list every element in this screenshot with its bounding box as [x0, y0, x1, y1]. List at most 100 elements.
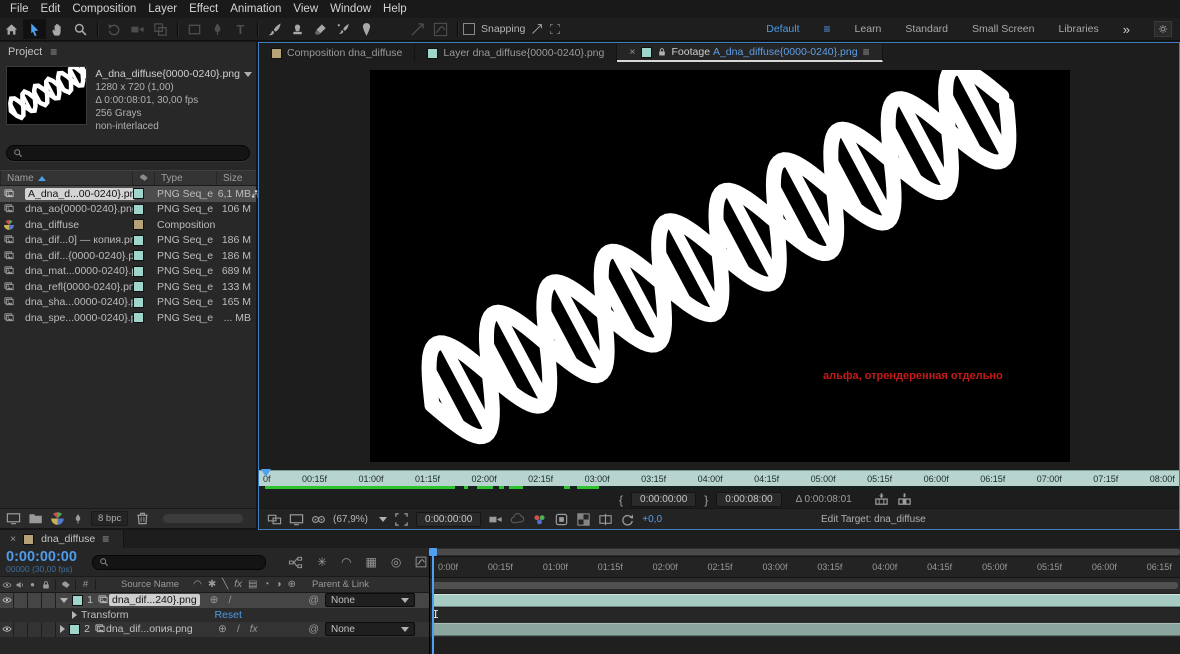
layer-number-column[interactable]: # [79, 579, 92, 590]
menu-effect[interactable]: Effect [189, 3, 218, 15]
preview-item-name[interactable]: A_dna_diffuse{0000-0240}.png [95, 68, 252, 81]
layer-row-2[interactable]: 2 dna_dif...опия.png ⊕ / fx @ None [0, 622, 429, 637]
project-row[interactable]: dna_diffuse Composition [0, 217, 256, 233]
frame-blending-icon[interactable]: ▦ [366, 555, 377, 569]
graph-editor-icon[interactable] [415, 556, 427, 568]
parent-dropdown[interactable]: None [325, 622, 415, 637]
parent-dropdown[interactable]: None [325, 593, 415, 608]
magnification-value[interactable]: (67,9%) [333, 514, 368, 525]
tab-footage[interactable]: × Footage A_dna_diffuse{0000-0240}.png ≡ [617, 44, 883, 62]
quality-icon[interactable]: ╲ [222, 579, 228, 590]
label-tag-ic0n[interactable] [61, 580, 71, 590]
layer-name[interactable]: dna_dif...опия.png [106, 623, 208, 635]
label-color-chip[interactable] [133, 203, 144, 215]
brush-tool-button[interactable] [263, 19, 286, 39]
eye-icon[interactable] [2, 595, 12, 605]
motion-blur-icon[interactable]: ◎ [391, 555, 401, 569]
project-row[interactable]: dna_sha...0000-0240}.png PNG Seq_e 165 M [0, 295, 256, 311]
exposure-value[interactable]: +0,0 [642, 514, 662, 525]
timeline-ruler[interactable]: 0:00f 00:15f 01:00f 01:15f 02:00f 02:15f… [430, 557, 1180, 578]
menu-edit[interactable]: Edit [41, 3, 61, 15]
close-tab-icon[interactable]: × [629, 46, 635, 58]
magnification-dropdown-icon[interactable] [379, 516, 388, 522]
pan-behind-tool-button[interactable] [149, 19, 172, 39]
hand-tool-button[interactable] [46, 19, 69, 39]
video-column-icon[interactable] [2, 580, 12, 590]
column-type[interactable]: Type [154, 171, 216, 185]
expand-group-icon[interactable] [72, 610, 77, 619]
pick-whip-icon[interactable]: @ [308, 623, 319, 635]
panel-menu-icon[interactable]: ≡ [102, 532, 109, 546]
puppet-pin-tool-button[interactable] [355, 19, 378, 39]
show-channel-icon[interactable] [532, 512, 547, 527]
selection-tool-button[interactable] [23, 19, 46, 39]
preview-menu-arrow-icon[interactable] [244, 71, 252, 77]
reset-exposure-icon[interactable] [620, 512, 635, 527]
footage-time-ruler[interactable]: 0f 00:15f 01:00f 01:15f 02:00f 02:15f 03… [259, 470, 1179, 487]
timeline-playhead[interactable] [429, 548, 437, 654]
project-row[interactable]: dna_dif...{0000-0240}.png PNG Seq_e 186 … [0, 248, 256, 264]
interpret-footage-icon[interactable] [6, 511, 21, 526]
shape-tool-button[interactable] [183, 19, 206, 39]
label-color-chip[interactable] [133, 281, 144, 293]
timeline-search-input[interactable] [112, 555, 259, 569]
project-row[interactable]: dna_dif...0] — копия.png PNG Seq_e 186 M [0, 233, 256, 249]
adjustment-layer-icon[interactable]: ◑ [276, 579, 282, 590]
bit-depth-button[interactable]: 8 bpc [91, 511, 129, 526]
label-color-chip[interactable] [133, 234, 144, 246]
draft-3d-icon[interactable]: ✳ [317, 555, 327, 569]
reset-link[interactable]: Reset [214, 609, 241, 621]
out-point-value[interactable]: 0:00:08:00 [716, 492, 782, 507]
menu-animation[interactable]: Animation [230, 3, 281, 15]
label-color-chip[interactable] [133, 312, 144, 324]
layer-2-duration-bar[interactable] [433, 623, 1180, 636]
project-row[interactable]: dna_ao{0000-0240}.png PNG Seq_e 106 M [0, 202, 256, 218]
new-composition-icon[interactable] [50, 511, 65, 526]
three-d-layer-icon[interactable]: ⊕ [288, 579, 296, 590]
layer-color-chip[interactable] [72, 594, 83, 606]
tab-layer[interactable]: Layer dna_diffuse{0000-0240}.png [415, 44, 618, 62]
expand-layer-icon[interactable] [60, 625, 65, 634]
menu-window[interactable]: Window [330, 3, 371, 15]
tab-composition[interactable]: Composition dna_diffuse [259, 44, 416, 62]
frame-blend-icon[interactable]: ▤ [248, 579, 257, 590]
show-snapshot-icon[interactable] [510, 512, 525, 527]
expand-layer-icon[interactable] [60, 597, 68, 603]
footage-canvas[interactable]: альфа, отрендеренная отдельно [370, 60, 1070, 462]
menu-view[interactable]: View [293, 3, 318, 15]
composition-flow-icon[interactable] [288, 555, 303, 570]
label-color-chip[interactable] [133, 188, 144, 200]
region-of-interest-icon[interactable] [394, 512, 409, 527]
snapshot-camera-icon[interactable] [488, 512, 503, 527]
transparency-grid-icon[interactable] [554, 512, 569, 527]
workspace-default[interactable]: Default [766, 23, 799, 35]
layer-name[interactable]: dna_dif...240}.png [109, 594, 200, 607]
column-label[interactable] [132, 171, 154, 185]
label-color-chip[interactable] [133, 219, 144, 231]
workspace-overflow-chevrons[interactable]: » [1123, 22, 1130, 37]
fx-switch[interactable]: fx [250, 624, 258, 635]
workspace-standard[interactable]: Standard [905, 23, 948, 35]
roto-brush-tool-button[interactable] [332, 19, 355, 39]
layer-color-chip[interactable] [69, 623, 80, 635]
quality-switch[interactable]: / [237, 623, 240, 635]
lock-icon[interactable] [657, 47, 667, 57]
in-point-value[interactable]: 0:00:00:00 [631, 492, 697, 507]
camera-tool-button[interactable] [126, 19, 149, 39]
solo-toggle[interactable] [28, 622, 42, 637]
snap-to-edges-icon[interactable] [531, 23, 543, 35]
eraser-tool-button[interactable] [309, 19, 332, 39]
collapse-switch[interactable]: ⊕ [218, 623, 227, 635]
collapse-switch[interactable]: ⊕ [210, 594, 219, 606]
eye-icon[interactable] [2, 624, 12, 634]
audio-toggle[interactable] [14, 593, 28, 608]
project-search-input[interactable] [26, 146, 243, 160]
free-transform-button[interactable] [429, 19, 452, 39]
view-layout-icon[interactable] [267, 512, 282, 527]
current-time-field[interactable]: 0:00:00:00 00000 (30,00 fps) [0, 550, 92, 574]
audio-column-icon[interactable] [15, 580, 25, 590]
clone-stamp-tool-button[interactable] [286, 19, 309, 39]
project-row[interactable]: dna_spe...0000-0240}.png PNG Seq_e ... M… [0, 310, 256, 326]
audio-toggle[interactable] [14, 622, 28, 637]
in-point-icon[interactable]: { [619, 493, 623, 507]
